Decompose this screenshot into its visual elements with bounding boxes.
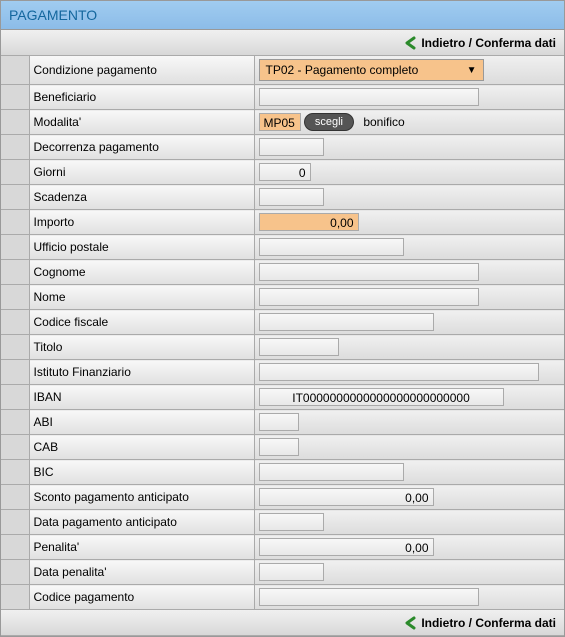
label-ufficio: Ufficio postale	[29, 235, 254, 260]
label-iban: IBAN	[29, 385, 254, 410]
input-importo[interactable]: 0,00	[259, 213, 359, 231]
chevron-down-icon: ▼	[467, 65, 477, 76]
input-cab[interactable]	[259, 438, 299, 456]
panel-title: PAGAMENTO	[9, 7, 97, 23]
input-ufficio[interactable]	[259, 238, 404, 256]
back-arrow-icon	[404, 616, 418, 630]
label-importo: Importo	[29, 210, 254, 235]
label-cognome: Cognome	[29, 260, 254, 285]
input-nome[interactable]	[259, 288, 479, 306]
back-confirm-label: Indietro / Conferma dati	[421, 616, 556, 630]
back-confirm-label: Indietro / Conferma dati	[421, 36, 556, 50]
label-condizione: Condizione pagamento	[29, 56, 254, 85]
scegli-button[interactable]: scegli	[304, 113, 354, 131]
input-decorrenza[interactable]	[259, 138, 324, 156]
input-abi[interactable]	[259, 413, 299, 431]
label-data-anticipato: Data pagamento anticipato	[29, 510, 254, 535]
label-cab: CAB	[29, 435, 254, 460]
input-data-penalita[interactable]	[259, 563, 324, 581]
modalita-text: bonifico	[357, 115, 404, 129]
label-codice-pagamento: Codice pagamento	[29, 585, 254, 610]
label-modalita: Modalita'	[29, 110, 254, 135]
input-beneficiario[interactable]	[259, 88, 479, 106]
toolbar-bottom: Indietro / Conferma dati	[1, 610, 564, 636]
label-sconto: Sconto pagamento anticipato	[29, 485, 254, 510]
label-scadenza: Scadenza	[29, 185, 254, 210]
label-abi: ABI	[29, 410, 254, 435]
label-bic: BIC	[29, 460, 254, 485]
input-sconto[interactable]: 0,00	[259, 488, 434, 506]
label-giorni: Giorni	[29, 160, 254, 185]
input-istituto[interactable]	[259, 363, 539, 381]
label-beneficiario: Beneficiario	[29, 85, 254, 110]
label-titolo: Titolo	[29, 335, 254, 360]
back-confirm-link-top[interactable]: Indietro / Conferma dati	[404, 36, 556, 50]
input-cf[interactable]	[259, 313, 434, 331]
payment-form: Condizione pagamento TP02 - Pagamento co…	[1, 56, 564, 610]
select-condizione-pagamento[interactable]: TP02 - Pagamento completo ▼	[259, 59, 484, 81]
label-istituto: Istituto Finanziario	[29, 360, 254, 385]
input-scadenza[interactable]	[259, 188, 324, 206]
label-cf: Codice fiscale	[29, 310, 254, 335]
input-modalita-code[interactable]: MP05	[259, 113, 301, 131]
label-data-penalita: Data penalita'	[29, 560, 254, 585]
label-nome: Nome	[29, 285, 254, 310]
input-giorni[interactable]: 0	[259, 163, 311, 181]
input-bic[interactable]	[259, 463, 404, 481]
input-titolo[interactable]	[259, 338, 339, 356]
input-iban[interactable]: IT0000000000000000000000000	[259, 388, 504, 406]
input-cognome[interactable]	[259, 263, 479, 281]
label-decorrenza: Decorrenza pagamento	[29, 135, 254, 160]
back-confirm-link-bottom[interactable]: Indietro / Conferma dati	[404, 616, 556, 630]
input-codice-pagamento[interactable]	[259, 588, 479, 606]
input-data-anticipato[interactable]	[259, 513, 324, 531]
toolbar-top: Indietro / Conferma dati	[1, 30, 564, 56]
input-penalita[interactable]: 0,00	[259, 538, 434, 556]
label-penalita: Penalita'	[29, 535, 254, 560]
panel-header: PAGAMENTO	[1, 1, 564, 30]
back-arrow-icon	[404, 36, 418, 50]
select-value: TP02 - Pagamento completo	[266, 63, 419, 77]
